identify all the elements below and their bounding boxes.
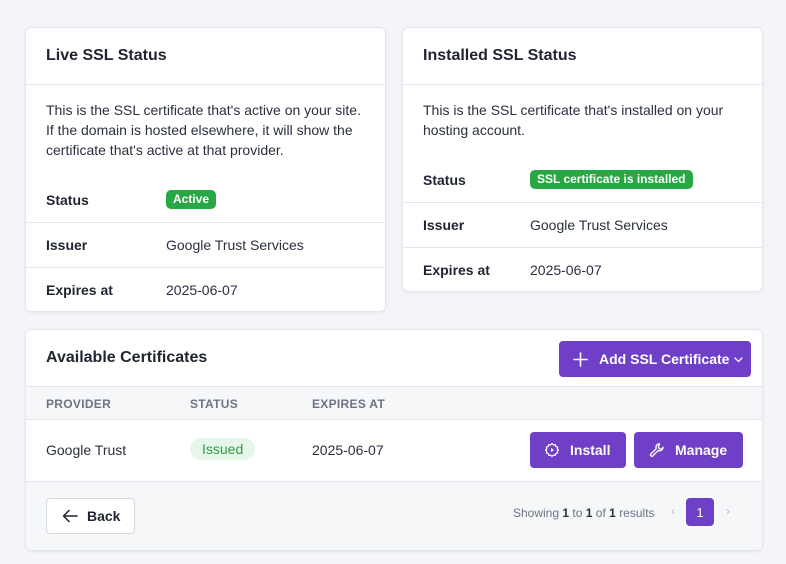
status-label: Status <box>423 171 466 188</box>
pagination-showing-text: Showing <box>513 506 560 520</box>
description-line: If the domain is hosted elsewhere, it wi… <box>46 122 353 138</box>
page-button-current[interactable]: 1 <box>686 498 714 526</box>
expires-label: Expires at <box>423 262 490 278</box>
status-badge-text: SSL certificate is installed <box>530 170 693 189</box>
installed-ssl-status-description: This is the SSL certificate that's insta… <box>403 85 762 140</box>
column-header-provider: PROVIDER <box>46 397 112 411</box>
previous-page-button[interactable]: ‹ <box>671 504 675 518</box>
expires-row: Expires at 2025-06-07 <box>26 267 385 311</box>
status-badge: Active <box>166 190 217 209</box>
pagination-total: 1 <box>609 506 616 520</box>
arrow-left-icon <box>62 509 78 523</box>
expires-value: 2025-06-07 <box>530 262 602 278</box>
column-header-expires-at: EXPIRES AT <box>312 397 386 411</box>
install-button[interactable]: Install <box>530 432 626 468</box>
expires-at-cell: 2025-06-07 <box>312 442 384 458</box>
live-ssl-status-card: Live SSL Status This is the SSL certific… <box>25 27 386 312</box>
provider-cell: Google Trust <box>46 442 127 458</box>
expires-value: 2025-06-07 <box>166 282 238 298</box>
issuer-row: Issuer Google Trust Services <box>403 202 762 247</box>
issuer-value: Google Trust Services <box>166 237 304 253</box>
pagination-to: 1 <box>585 506 593 520</box>
description-line: certificate that's active at that provid… <box>46 142 284 158</box>
chevron-down-icon <box>734 357 744 363</box>
installed-ssl-status-card: Installed SSL Status This is the SSL cer… <box>402 27 763 292</box>
issuer-row: Issuer Google Trust Services <box>26 222 385 267</box>
description-line: This is the SSL certificate that's insta… <box>423 102 724 118</box>
pagination-to-text: to <box>572 506 583 520</box>
manage-label: Manage <box>675 442 728 458</box>
pagination-from: 1 <box>562 506 570 520</box>
status-row: Status Active <box>26 177 385 222</box>
install-label: Install <box>570 442 611 458</box>
plus-icon <box>573 351 588 367</box>
available-certificates-title: Available Certificates <box>46 349 208 366</box>
expires-label: Expires at <box>46 282 113 298</box>
status-label: Status <box>46 191 89 208</box>
add-ssl-certificate-button[interactable]: Add SSL Certificate <box>559 341 751 377</box>
back-button[interactable]: Back <box>46 498 135 534</box>
live-ssl-status-title: Live SSL Status <box>26 28 385 85</box>
pagination-results-text: results <box>619 506 655 520</box>
installed-ssl-status-title: Installed SSL Status <box>403 28 762 85</box>
add-ssl-certificate-label: Add SSL Certificate <box>599 351 730 367</box>
back-label: Back <box>87 508 121 524</box>
table-footer: Back Showing 1 to 1 of 1 results ‹ 1 › <box>26 482 762 550</box>
status-row: Status SSL certificate is installed <box>403 157 762 202</box>
manage-button[interactable]: Manage <box>634 432 743 468</box>
issuer-value: Google Trust Services <box>530 217 668 233</box>
wrench-icon <box>649 442 665 458</box>
next-page-button[interactable]: › <box>726 504 730 518</box>
column-header-status: STATUS <box>190 397 239 411</box>
status-badge: SSL certificate is installed <box>530 170 693 189</box>
description-line: hosting account. <box>423 122 525 138</box>
description-line: This is the SSL certificate that's activ… <box>46 102 361 118</box>
status-cell: Issued <box>190 438 256 460</box>
issued-badge: Issued <box>190 438 256 460</box>
available-certificates-card: Available Certificates Add SSL Certifica… <box>25 329 763 551</box>
certificates-table-header: PROVIDER STATUS EXPIRES AT <box>26 386 762 420</box>
live-ssl-status-description: This is the SSL certificate that's activ… <box>26 85 385 160</box>
gear-icon <box>544 442 560 458</box>
pagination-summary: Showing 1 to 1 of 1 results <box>513 506 655 520</box>
issuer-label: Issuer <box>423 217 465 233</box>
status-badge-text: Active <box>166 190 217 209</box>
expires-row: Expires at 2025-06-07 <box>403 247 762 291</box>
table-row: Google Trust Issued 2025-06-07 Install M… <box>26 420 762 482</box>
issuer-label: Issuer <box>46 237 88 253</box>
pagination-of-text: of <box>595 506 606 520</box>
